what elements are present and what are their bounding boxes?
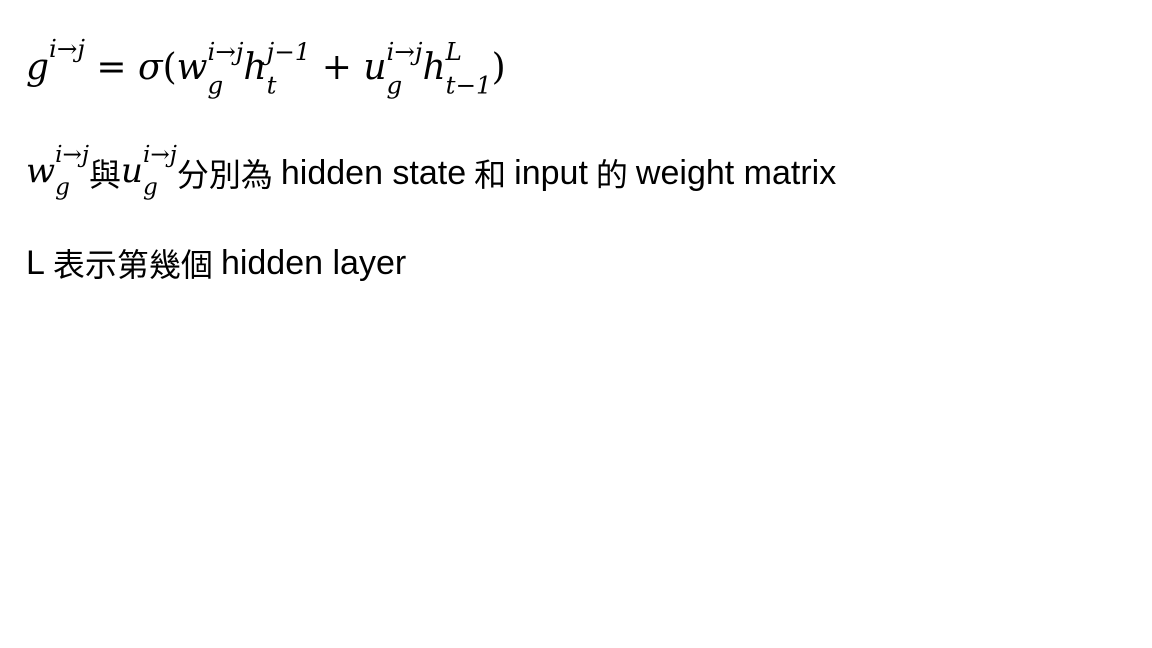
h2-superscript: L (445, 36, 462, 66)
def-text-weight-matrix: weight matrix (635, 153, 837, 192)
h2-subscript: t−1 (445, 70, 492, 100)
layer-text-hidden-layer: hidden layer (220, 243, 407, 282)
lhs-g: g (26, 47, 50, 89)
def-and-text: 與 (89, 156, 122, 194)
w-subscript: g (207, 70, 224, 100)
w-base: w (176, 47, 208, 89)
def-u-base: u (121, 151, 143, 191)
weight-definition-line: w i→j g 與 u i→j g 分別為 hidden state 和 input 的… (26, 140, 836, 206)
open-paren: ( (162, 47, 177, 89)
layer-symbol-l: L (26, 243, 45, 282)
u-scripts: i→j g (386, 38, 423, 100)
u-superscript: i→j (386, 36, 423, 66)
def-w-term: w i→j g (26, 143, 89, 201)
h1-subscript: t (266, 70, 277, 100)
plus-sign: + (321, 47, 352, 89)
h2-scripts: Lt−1 (445, 38, 492, 100)
equals-sign: = (96, 47, 127, 89)
def-text-hidden-state: hidden state (280, 153, 467, 192)
def-u-term: u i→j g (121, 143, 177, 201)
def-w-scripts: i→j g (55, 143, 89, 201)
h2-base: h (422, 47, 446, 89)
def-w-base: w (26, 151, 56, 191)
def-u-scripts: i→j g (142, 143, 177, 201)
sigma-symbol: σ (138, 47, 163, 89)
h1-superscript: j−1 (266, 36, 311, 66)
def-text-and: 和 (474, 156, 507, 194)
w-scripts: i→j g (207, 38, 244, 100)
def-text-input: input (514, 153, 588, 192)
def-w-subscript: g (55, 174, 70, 201)
w-superscript: i→j (207, 36, 244, 66)
layer-note-line: L 表示第幾個 hidden layer (26, 236, 406, 290)
layer-text-cjk: 表示第幾個 (52, 246, 213, 284)
gate-equation: gi→j = σ(w i→j g h j−1 t + u i→j g h Lt−1) (26, 14, 506, 103)
def-text-respectively: 分別為 (176, 156, 273, 194)
def-w-superscript: i→j (55, 142, 90, 169)
h1-scripts: j−1 t (266, 38, 311, 100)
u-base: u (363, 47, 387, 89)
u-subscript: g (386, 70, 403, 100)
def-u-superscript: i→j (142, 142, 177, 169)
def-text-of: 的 (595, 156, 628, 194)
def-u-subscript: g (142, 174, 158, 201)
lhs-superscript: i→j (49, 34, 85, 63)
h1-base: h (243, 47, 267, 89)
close-paren: ) (491, 47, 506, 89)
